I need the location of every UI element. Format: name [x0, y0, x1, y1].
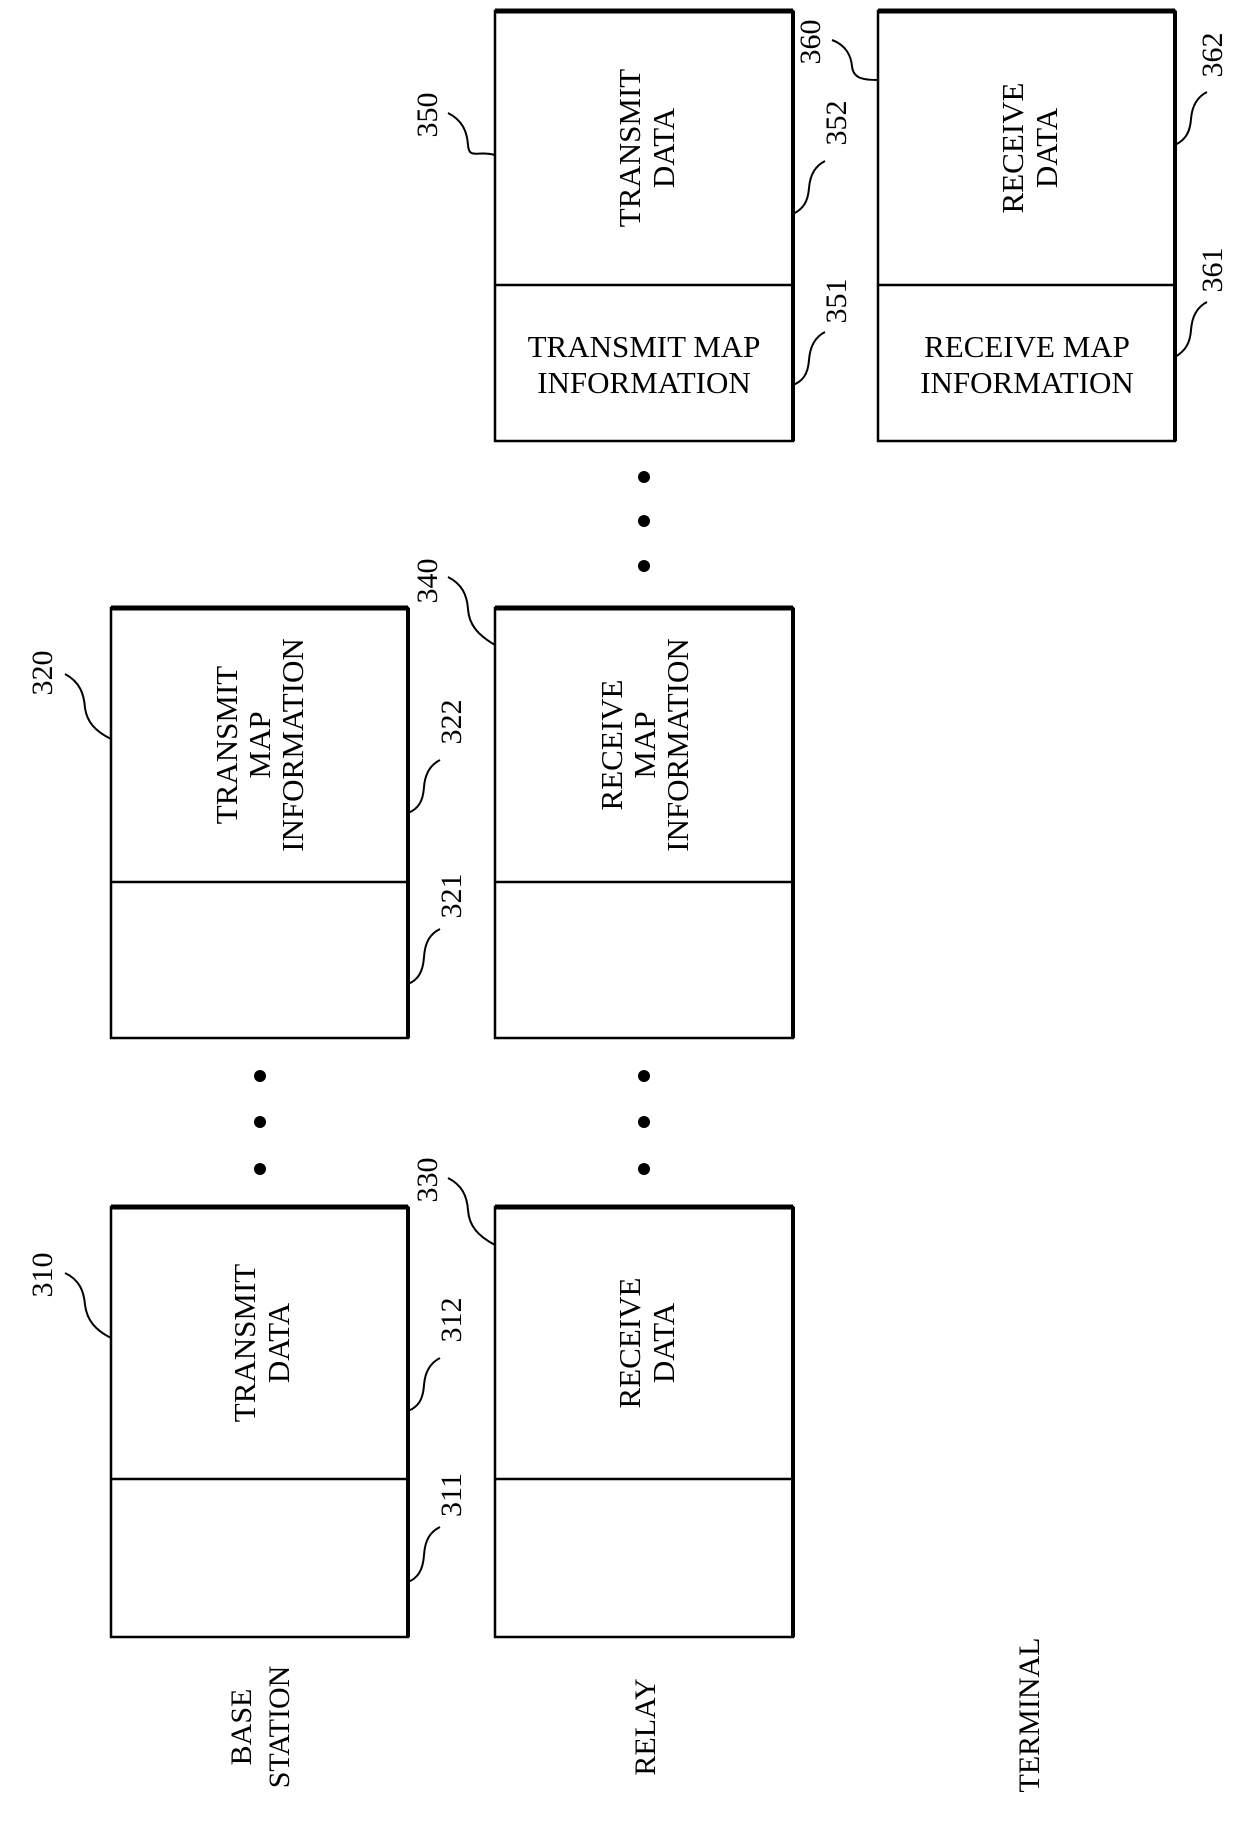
ref-360-label: 360: [794, 20, 827, 65]
ref-320-label: 320: [26, 651, 59, 696]
box-360-data-text-line-1: RECEIVE: [995, 83, 1030, 214]
box-310-text-line-1: TRANSMIT: [227, 1264, 262, 1423]
ellipsis-dot: [254, 1163, 266, 1175]
box-310: TRANSMIT DATA: [109, 1204, 410, 1639]
box-330-text-line-1: RECEIVE: [612, 1278, 647, 1409]
ref-352-label: 352: [820, 101, 853, 146]
ellipsis-dot: [638, 471, 650, 483]
box-330-text-line-2: DATA: [646, 1302, 681, 1383]
box-330: RECEIVE DATA: [493, 1204, 795, 1639]
box-320: TRANSMIT MAP INFORMATION: [109, 605, 410, 1040]
ellipsis-dot: [638, 560, 650, 572]
ref-321-leader: [407, 928, 441, 985]
ellipsis-dot: [638, 1070, 650, 1082]
ellipsis-dot: [254, 1070, 266, 1082]
ref-352-leader: [792, 160, 826, 215]
box-360-map-text-line-2: INFORMATION: [920, 365, 1134, 400]
row-label-terminal-text: TERMINAL: [1013, 1638, 1046, 1793]
ref-360: 360: [794, 20, 879, 81]
box-320-text-line-1: TRANSMIT: [209, 666, 244, 825]
ref-330-label: 330: [411, 1158, 444, 1203]
ref-311-label: 311: [435, 1473, 468, 1517]
ref-350-label: 350: [411, 93, 444, 138]
box-350-map-text-line-1: TRANSMIT MAP: [528, 329, 761, 364]
box-340: RECEIVE MAP INFORMATION: [493, 605, 795, 1040]
box-340-frame: [493, 606, 795, 1040]
ref-362: 362: [1174, 33, 1229, 146]
ref-311-leader: [407, 1526, 441, 1583]
box-350-data-text-line-1: TRANSMIT: [612, 69, 647, 228]
ref-310-leader: [64, 1272, 112, 1339]
row-label-base-station-line-2: STATION: [263, 1666, 296, 1789]
box-360-data-text-line-2: DATA: [1029, 107, 1064, 188]
ref-351-leader: [792, 331, 826, 386]
patent-figure: TRANSMIT DATA TRANSMIT MAP INFORMATION R…: [26, 8, 1229, 1793]
ref-340-label: 340: [411, 559, 444, 604]
ref-322-leader: [407, 759, 441, 814]
ref-360-leader: [831, 39, 879, 81]
box-340-text-line-1: RECEIVE: [594, 680, 629, 811]
ref-362-leader: [1174, 91, 1208, 146]
box-320-frame: [109, 606, 410, 1040]
row-label-relay-text: RELAY: [629, 1678, 662, 1775]
ref-340: 340: [411, 559, 496, 646]
ref-361-label: 361: [1196, 248, 1229, 293]
ref-321: 321: [407, 874, 468, 985]
ref-320-leader: [64, 673, 112, 740]
ref-361: 361: [1174, 248, 1229, 358]
ref-351-label: 351: [820, 279, 853, 324]
ellipsis-dot: [638, 1116, 650, 1128]
ref-330: 330: [411, 1158, 496, 1246]
ref-321-label: 321: [435, 874, 468, 919]
box-340-text-line-2: MAP: [627, 711, 662, 778]
ellipsis-dot: [638, 515, 650, 527]
ellipsis-relay-upper: [638, 471, 650, 572]
ellipsis-dot: [638, 1163, 650, 1175]
box-320-text-line-3: INFORMATION: [275, 638, 310, 852]
row-label-base-station-line-1: BASE: [225, 1689, 258, 1766]
row-label-terminal: TERMINAL: [1013, 1638, 1046, 1793]
ref-312-leader: [407, 1357, 441, 1412]
ref-311: 311: [407, 1473, 468, 1583]
ref-312-label: 312: [435, 1298, 468, 1343]
ref-310-label: 310: [26, 1253, 59, 1298]
ellipsis-relay-lower: [638, 1070, 650, 1175]
ref-330-leader: [447, 1177, 496, 1246]
ref-361-leader: [1174, 301, 1208, 358]
box-310-text-line-2: DATA: [261, 1302, 296, 1383]
ref-340-leader: [447, 576, 496, 646]
box-320-text-line-2: MAP: [242, 711, 277, 778]
ref-312: 312: [407, 1298, 468, 1412]
ellipsis-dot: [254, 1116, 266, 1128]
box-330-frame: [493, 1205, 795, 1639]
box-350-map-text-line-2: INFORMATION: [537, 365, 751, 400]
ref-352: 352: [792, 101, 853, 215]
ref-322: 322: [407, 700, 468, 814]
ref-350: 350: [411, 93, 496, 156]
ref-350-leader: [447, 112, 496, 156]
box-350: TRANSMIT DATA TRANSMIT MAP INFORMATION: [493, 8, 795, 443]
box-360: RECEIVE DATA RECEIVE MAP INFORMATION: [876, 8, 1177, 443]
ref-320: 320: [26, 651, 112, 740]
ref-362-label: 362: [1196, 33, 1229, 78]
box-350-data-text-line-2: DATA: [646, 107, 681, 188]
row-label-base-station: BASE STATION: [225, 1666, 296, 1789]
ref-310: 310: [26, 1253, 112, 1339]
box-340-text-line-3: INFORMATION: [660, 638, 695, 852]
ref-322-label: 322: [435, 700, 468, 745]
row-label-relay: RELAY: [629, 1678, 662, 1775]
box-360-map-text-line-1: RECEIVE MAP: [924, 329, 1130, 364]
ref-351: 351: [792, 279, 853, 386]
ellipsis-base-station: [254, 1070, 266, 1175]
